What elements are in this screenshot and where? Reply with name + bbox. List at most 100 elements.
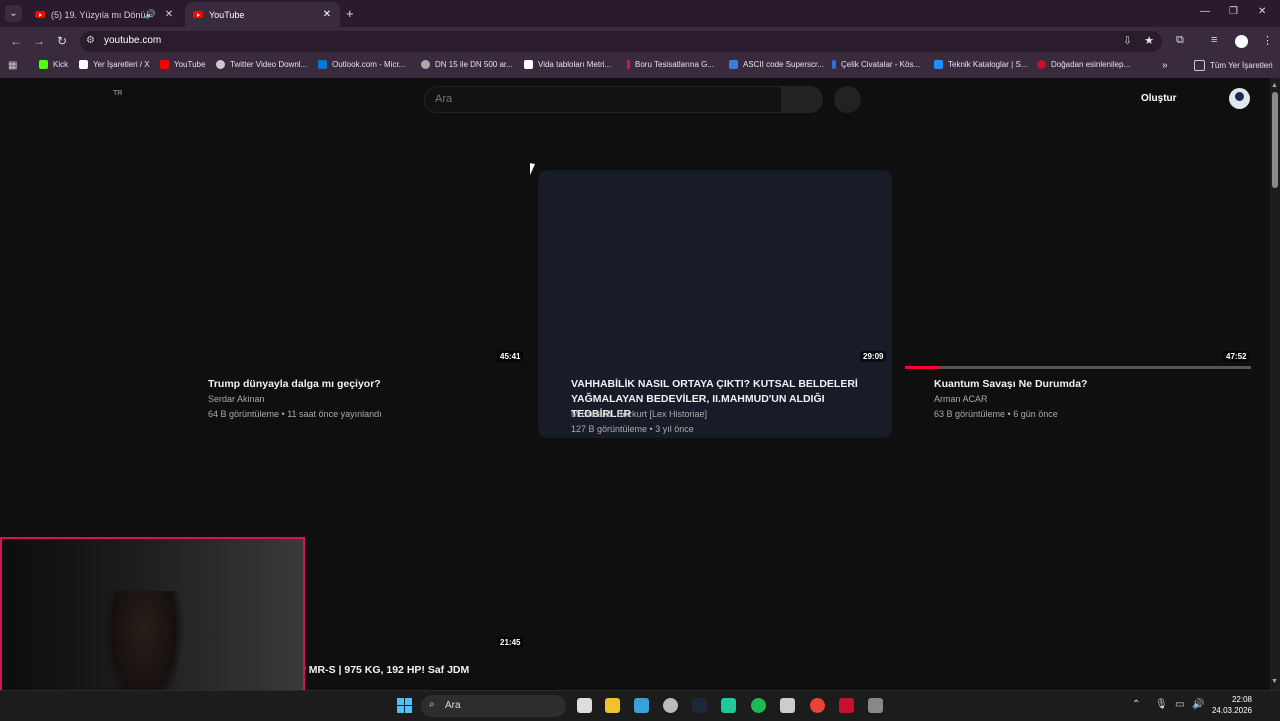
channel-name[interactable]: Mustafa B. Bozkurt [Lex Historiae] [571, 407, 707, 422]
account-avatar[interactable] [1229, 88, 1250, 109]
globe-icon [216, 60, 225, 69]
apps-grid-icon[interactable]: ▦ [8, 60, 17, 71]
steam-icon[interactable] [692, 698, 707, 713]
youtube-favicon-icon [35, 11, 45, 18]
close-window-icon[interactable]: ✕ [1258, 6, 1266, 17]
restore-icon[interactable]: ❐ [1229, 6, 1238, 17]
new-tab-button[interactable]: + [346, 6, 354, 21]
channel-name[interactable]: Serdar Akinan [208, 392, 265, 407]
tab-search-button[interactable]: ⌄ [5, 5, 22, 22]
microphone-icon[interactable]: 🎙 [1155, 699, 1168, 710]
doga-icon [1037, 60, 1046, 69]
more-bookmarks-icon[interactable]: » [1162, 60, 1168, 71]
voice-search-button[interactable] [834, 86, 861, 113]
bookmark-item[interactable]: Outlook.com - Micr... [318, 60, 405, 69]
mouse-cursor-icon [530, 163, 540, 177]
install-app-icon[interactable]: ⇩ [1123, 34, 1132, 47]
video-meta: 63 B görüntüleme • 6 gün önce [934, 409, 1058, 419]
minimize-icon[interactable]: — [1200, 6, 1210, 17]
system-clock[interactable]: 22:08 24.03.2026 [1210, 694, 1252, 716]
app-icon[interactable] [839, 698, 854, 713]
bookmark-item[interactable]: DN 15 ile DN 500 ar... [421, 60, 513, 69]
kick-icon [39, 60, 48, 69]
tab-youtube[interactable]: YouTube ✕ [185, 2, 340, 27]
reload-icon[interactable]: ↻ [57, 34, 67, 48]
region-label: TR [113, 90, 123, 97]
scrollbar-thumb[interactable] [1272, 92, 1278, 188]
bookmark-item[interactable]: Yer İşaretleri / X [79, 60, 150, 69]
video-meta: 127 B görüntüleme • 3 yıl önce [571, 424, 694, 434]
taskbar-search[interactable]: ⌕ Ara [421, 695, 566, 717]
app-icon[interactable] [780, 698, 795, 713]
video-title[interactable]: Trump dünyayla dalga mı geçiyor? [208, 377, 528, 392]
chrome-icon[interactable] [810, 698, 825, 713]
close-tab-icon[interactable]: ✕ [320, 9, 334, 20]
taskbar-search-label: Ara [445, 700, 461, 711]
forward-icon[interactable]: → [33, 34, 45, 48]
bookmark-item[interactable]: Boru Tesisatlarına G... [627, 60, 714, 69]
video-duration: 45:41 [497, 351, 524, 362]
url-text[interactable]: youtube.com [104, 35, 161, 46]
search-input[interactable]: Ara [424, 86, 782, 113]
spotify-icon[interactable] [751, 698, 766, 713]
speaker-icon[interactable]: 🔊 [145, 9, 156, 20]
site-info-icon[interactable]: ⚙ [86, 35, 95, 46]
tab-title: (5) 19. Yüzyıla mı Dönüyoru... [51, 9, 145, 20]
bookmark-item[interactable]: YouTube [160, 60, 205, 69]
search-button[interactable] [781, 86, 823, 113]
youtube-icon [160, 60, 169, 69]
katalog-icon [934, 60, 943, 69]
bookmark-item[interactable]: ASCII code Superscr... [729, 60, 824, 69]
scroll-down-icon[interactable]: ▼ [1271, 678, 1278, 685]
video-title[interactable]: Kuantum Savaşı Ne Durumda? [934, 377, 1254, 392]
network-icon[interactable]: ▭ [1175, 699, 1184, 710]
start-button[interactable] [397, 698, 412, 713]
tab-strip: ⌄ (5) 19. Yüzyıla mı Dönüyoru... 🔊 ✕ You… [0, 0, 1280, 27]
file-explorer-icon[interactable] [605, 698, 620, 713]
tab-title: YouTube [209, 9, 245, 20]
address-bar[interactable]: ⚙ youtube.com ⇩ ★ [80, 31, 1162, 52]
celik-icon [832, 60, 836, 69]
ascii-icon [729, 60, 738, 69]
bookmark-item[interactable]: Kick [39, 60, 68, 69]
extensions-icon[interactable]: ⧉ [1176, 34, 1184, 47]
calculator-icon[interactable] [868, 698, 883, 713]
create-button[interactable]: Oluştur [1141, 93, 1177, 104]
app-icon[interactable] [721, 698, 736, 713]
watch-progress-fill [905, 366, 940, 369]
outlook-icon [318, 60, 327, 69]
back-icon[interactable]: ← [10, 34, 22, 48]
x-icon [79, 60, 88, 69]
task-view-icon[interactable] [577, 698, 592, 713]
profile-avatar[interactable] [1235, 35, 1248, 48]
video-duration: 29:09 [860, 351, 887, 362]
scroll-up-icon[interactable]: ▲ [1271, 82, 1278, 89]
volume-icon[interactable]: 🔊 [1192, 699, 1204, 710]
video-duration: 21:45 [497, 637, 524, 648]
app-icon[interactable] [634, 698, 649, 713]
bookmark-item[interactable]: Doğadan esinlenilер... [1037, 60, 1130, 69]
clock-time: 22:08 [1231, 695, 1252, 704]
media-control-icon[interactable]: ≡ [1211, 34, 1217, 46]
tray-chevron-icon[interactable]: ⌃ [1132, 699, 1140, 710]
close-tab-icon[interactable]: ✕ [162, 9, 176, 20]
video-meta: 64 B görüntüleme • 11 saat önce yayınlan… [208, 409, 382, 419]
video-title[interactable]: y MR-S | 975 KG, 192 HP! Saf JDM [300, 663, 520, 678]
watch-progress-bar [905, 366, 1251, 369]
boru-icon [627, 60, 630, 69]
channel-name[interactable]: Arman ACAR [934, 392, 988, 407]
bookmark-item[interactable]: Çelik Civatalar - Kös... [832, 60, 920, 69]
bookmark-item[interactable]: Teknik Kataloglar | S... [934, 60, 1027, 69]
bookmark-item[interactable]: Twitter Video Downl... [216, 60, 307, 69]
github-icon[interactable] [663, 698, 678, 713]
clock-date: 24.03.2026 [1211, 706, 1252, 715]
bookmark-item[interactable]: Vida tabloları Metri... [524, 60, 611, 69]
tab-video[interactable]: (5) 19. Yüzyıla mı Dönüyoru... 🔊 ✕ [27, 2, 182, 27]
bookmark-star-icon[interactable]: ★ [1144, 34, 1154, 47]
globe-icon [421, 60, 430, 69]
metric-icon [524, 60, 533, 69]
all-bookmarks-folder[interactable]: Tüm Yer İşaretleri [1194, 60, 1273, 71]
bookmarks-bar: ▦ Kick Yer İşaretleri / X YouTube Twitte… [0, 55, 1280, 79]
menu-icon[interactable]: ⋮ [1262, 34, 1273, 47]
video-duration: 47:52 [1223, 351, 1250, 362]
